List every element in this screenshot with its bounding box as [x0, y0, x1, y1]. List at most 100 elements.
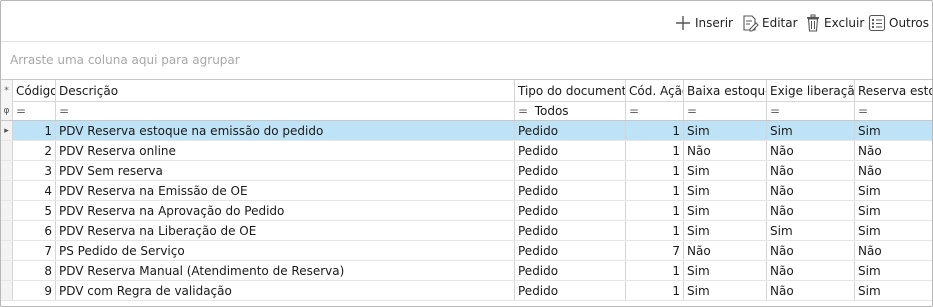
cell-reserva-estoque[interactable]: Sim — [855, 221, 932, 240]
table-row[interactable]: 2 PDV Reserva online Pedido 1 Não Não Nã… — [1, 141, 932, 161]
cell-exige-liberacao[interactable]: Não — [767, 141, 855, 160]
filter-cell-baixa-estoque[interactable]: = — [684, 101, 767, 120]
insert-button[interactable]: Inserir — [674, 13, 733, 33]
cell-tipo-documento[interactable]: Pedido — [515, 121, 626, 140]
filter-cell-tipo-documento[interactable]: = Todos — [515, 101, 626, 120]
cell-codigo[interactable]: 7 — [13, 241, 56, 260]
cell-tipo-documento[interactable]: Pedido — [515, 221, 626, 240]
table-row[interactable]: 6 PDV Reserva na Liberação de OE Pedido … — [1, 221, 932, 241]
cell-descricao[interactable]: PDV Reserva na Aprovação do Pedido — [56, 201, 515, 220]
cell-cod-acao[interactable]: 1 — [626, 261, 684, 280]
cell-cod-acao[interactable]: 1 — [626, 121, 684, 140]
table-row[interactable]: 5 PDV Reserva na Aprovação do Pedido Ped… — [1, 201, 932, 221]
row-indicator[interactable] — [1, 221, 13, 240]
cell-exige-liberacao[interactable]: Não — [767, 261, 855, 280]
header-indicator[interactable]: * — [1, 80, 13, 101]
cell-descricao[interactable]: PDV Reserva online — [56, 141, 515, 160]
row-indicator[interactable] — [1, 181, 13, 200]
cell-cod-acao[interactable]: 7 — [626, 241, 684, 260]
column-header-reserva-estoque[interactable]: Reserva estoq — [855, 80, 932, 101]
cell-codigo[interactable]: 5 — [13, 201, 56, 220]
cell-cod-acao[interactable]: 1 — [626, 281, 684, 300]
filter-operator-icon[interactable]: = — [16, 104, 26, 118]
cell-exige-liberacao[interactable]: Não — [767, 181, 855, 200]
cell-baixa-estoque[interactable]: Sim — [684, 221, 767, 240]
cell-cod-acao[interactable]: 1 — [626, 181, 684, 200]
cell-descricao[interactable]: PDV Sem reserva — [56, 161, 515, 180]
cell-codigo[interactable]: 8 — [13, 261, 56, 280]
cell-tipo-documento[interactable]: Pedido — [515, 201, 626, 220]
group-by-panel[interactable]: Arraste uma coluna aqui para agrupar — [10, 53, 240, 67]
cell-exige-liberacao[interactable]: Não — [767, 161, 855, 180]
column-header-cod-acao[interactable]: Cód. Ação — [626, 80, 684, 101]
cell-cod-acao[interactable]: 1 — [626, 141, 684, 160]
others-button[interactable]: Outros — [868, 13, 929, 33]
filter-cell-descricao[interactable]: = — [56, 101, 515, 120]
column-header-descricao[interactable]: Descrição — [56, 80, 515, 101]
cell-descricao[interactable]: PDV Reserva Manual (Atendimento de Reser… — [56, 261, 515, 280]
table-row[interactable]: 3 PDV Sem reserva Pedido 1 Sim Não Não — [1, 161, 932, 181]
cell-baixa-estoque[interactable]: Sim — [684, 281, 767, 300]
cell-codigo[interactable]: 9 — [13, 281, 56, 300]
cell-baixa-estoque[interactable]: Sim — [684, 121, 767, 140]
cell-baixa-estoque[interactable]: Sim — [684, 201, 767, 220]
filter-operator-icon[interactable]: = — [770, 104, 780, 118]
cell-descricao[interactable]: PDV Reserva estoque na emissão do pedido — [56, 121, 515, 140]
filter-cell-cod-acao[interactable]: = — [626, 101, 684, 120]
filter-value-tipo[interactable]: Todos — [535, 104, 569, 118]
table-row[interactable]: 9 PDV com Regra de validação Pedido 1 Si… — [1, 281, 932, 301]
filter-cell-reserva-estoque[interactable]: = — [855, 101, 932, 120]
table-row[interactable]: 7 PS Pedido de Serviço Pedido 7 Não Não … — [1, 241, 932, 261]
cell-exige-liberacao[interactable]: Sim — [767, 121, 855, 140]
cell-reserva-estoque[interactable]: Sim — [855, 281, 932, 300]
cell-baixa-estoque[interactable]: Sim — [684, 181, 767, 200]
filter-operator-icon[interactable]: = — [858, 104, 868, 118]
cell-reserva-estoque[interactable]: Sim — [855, 181, 932, 200]
cell-tipo-documento[interactable]: Pedido — [515, 161, 626, 180]
row-indicator[interactable] — [1, 261, 13, 280]
table-row[interactable]: 8 PDV Reserva Manual (Atendimento de Res… — [1, 261, 932, 281]
cell-codigo[interactable]: 3 — [13, 161, 56, 180]
edit-button[interactable]: Editar — [741, 13, 798, 33]
table-row[interactable]: 4 PDV Reserva na Emissão de OE Pedido 1 … — [1, 181, 932, 201]
table-row[interactable]: ▸ 1 PDV Reserva estoque na emissão do pe… — [1, 121, 932, 141]
cell-descricao[interactable]: PDV Reserva na Emissão de OE — [56, 181, 515, 200]
row-indicator-icon[interactable]: ▸ — [1, 121, 13, 140]
row-indicator[interactable] — [1, 201, 13, 220]
filter-cell-exige-liberacao[interactable]: = — [767, 101, 855, 120]
column-header-exige-liberacao[interactable]: Exige liberação — [767, 80, 855, 101]
cell-tipo-documento[interactable]: Pedido — [515, 281, 626, 300]
cell-tipo-documento[interactable]: Pedido — [515, 181, 626, 200]
cell-reserva-estoque[interactable]: Sim — [855, 201, 932, 220]
cell-exige-liberacao[interactable]: Sim — [767, 221, 855, 240]
filter-operator-icon[interactable]: = — [59, 104, 69, 118]
filter-cell-codigo[interactable]: = — [13, 101, 56, 120]
column-header-codigo[interactable]: Código — [13, 80, 56, 101]
cell-descricao[interactable]: PS Pedido de Serviço — [56, 241, 515, 260]
cell-cod-acao[interactable]: 1 — [626, 161, 684, 180]
row-indicator[interactable] — [1, 281, 13, 300]
column-header-baixa-estoque[interactable]: Baixa estoque — [684, 80, 767, 101]
row-indicator[interactable] — [1, 241, 13, 260]
cell-codigo[interactable]: 6 — [13, 221, 56, 240]
cell-codigo[interactable]: 1 — [13, 121, 56, 140]
cell-reserva-estoque[interactable]: Não — [855, 141, 932, 160]
cell-baixa-estoque[interactable]: Não — [684, 141, 767, 160]
cell-baixa-estoque[interactable]: Sim — [684, 261, 767, 280]
cell-tipo-documento[interactable]: Pedido — [515, 141, 626, 160]
cell-descricao[interactable]: PDV com Regra de validação — [56, 281, 515, 300]
cell-reserva-estoque[interactable]: Não — [855, 161, 932, 180]
cell-exige-liberacao[interactable]: Não — [767, 281, 855, 300]
delete-button[interactable]: Excluir — [805, 13, 864, 33]
column-header-tipo-documento[interactable]: Tipo do documento — [515, 80, 626, 101]
cell-cod-acao[interactable]: 1 — [626, 221, 684, 240]
cell-tipo-documento[interactable]: Pedido — [515, 261, 626, 280]
filter-operator-icon[interactable]: = — [687, 104, 697, 118]
cell-baixa-estoque[interactable]: Sim — [684, 161, 767, 180]
cell-cod-acao[interactable]: 1 — [626, 201, 684, 220]
cell-codigo[interactable]: 4 — [13, 181, 56, 200]
cell-reserva-estoque[interactable]: Não — [855, 241, 932, 260]
cell-codigo[interactable]: 2 — [13, 141, 56, 160]
cell-descricao[interactable]: PDV Reserva na Liberação de OE — [56, 221, 515, 240]
row-indicator[interactable] — [1, 161, 13, 180]
